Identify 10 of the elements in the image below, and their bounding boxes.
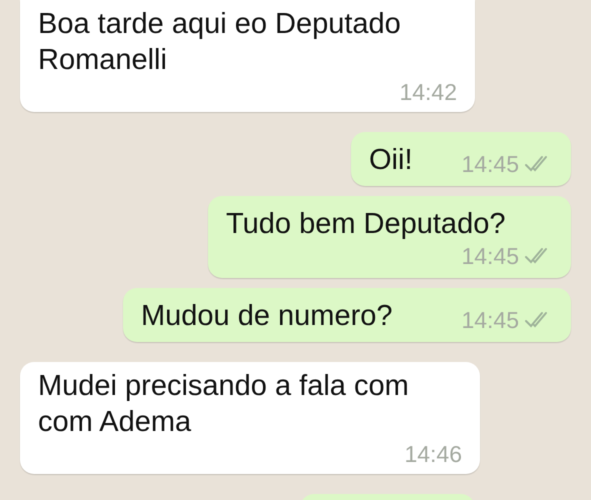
message-text: Tudo bem Deputado? bbox=[226, 207, 506, 242]
message-text: Mudou de numero? bbox=[141, 299, 394, 334]
message-time: 14:45 bbox=[461, 306, 519, 334]
message-text: Mudei precisando a fala com com Adema bbox=[38, 369, 410, 440]
message-text: Boa tarde aqui eo Deputado Romanelli bbox=[38, 7, 402, 78]
message-text: Oii! bbox=[369, 143, 414, 178]
message-time: 14:46 bbox=[404, 440, 462, 468]
message-time: 14:45 bbox=[461, 150, 519, 178]
message-time: 14:45 bbox=[461, 242, 519, 270]
message-time: 14:42 bbox=[399, 78, 457, 106]
